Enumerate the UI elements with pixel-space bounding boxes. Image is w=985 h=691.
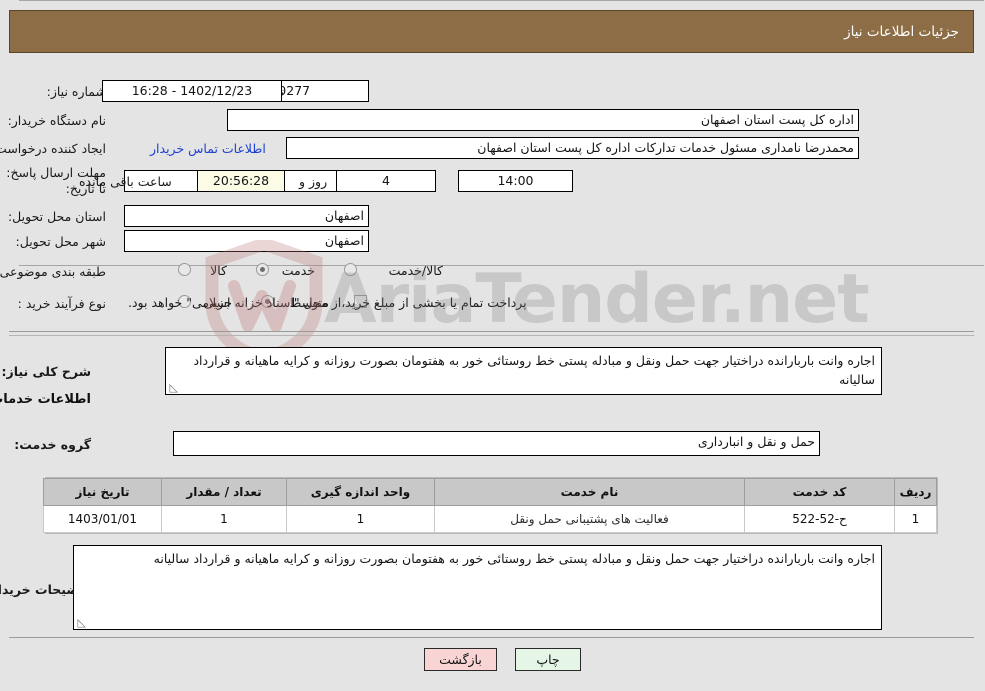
deadline-hour-value[interactable]: 14:00 <box>459 170 574 192</box>
need-summary-textarea[interactable]: اجاره وانت باربارانده دراختیار جهت حمل و… <box>166 347 883 395</box>
buyer-notes-textarea[interactable]: اجاره وانت باربارانده دراختیار جهت حمل و… <box>74 545 883 630</box>
need-summary-text: اجاره وانت باربارانده دراختیار جهت حمل و… <box>194 353 876 387</box>
requester-value[interactable]: محمدرضا نامداری مسئول خدمات تدارکات ادار… <box>287 137 860 159</box>
back-button[interactable]: بازگشت <box>425 648 498 671</box>
buyer-org-value[interactable]: اداره کل پست استان اصفهان <box>228 109 860 131</box>
services-table: ردیف کد خدمت نام خدمت واحد اندازه گیری ت… <box>44 478 938 533</box>
print-button[interactable]: چاپ <box>516 648 582 671</box>
buyer-org-label: نام دستگاه خریدار: <box>8 113 107 128</box>
cell-need-date: 1403/01/01 <box>44 505 163 533</box>
radio-category-kala[interactable] <box>179 263 192 276</box>
buyer-notes-text: اجاره وانت باربارانده دراختیار جهت حمل و… <box>154 551 876 566</box>
delivery-city-value[interactable]: اصفهان <box>125 230 370 252</box>
delivery-province-value[interactable]: اصفهان <box>125 205 370 227</box>
announce-datetime-value[interactable]: 16:28 - 1402/12/23 <box>103 80 283 102</box>
days-remaining-label: روز و <box>300 174 329 189</box>
service-group-label: گروه خدمت: <box>15 437 92 452</box>
days-remaining-value[interactable]: 4 <box>337 170 437 192</box>
th-unit: واحد اندازه گیری <box>287 478 436 506</box>
th-radif: ردیف <box>895 478 938 506</box>
section-divider-2 <box>10 335 975 336</box>
radio-category-kala-khedmat-label: کالا/خدمت <box>389 263 444 278</box>
th-need-date: تاریخ نیاز <box>44 478 163 506</box>
service-group-value[interactable]: حمل و نقل و انبارداری <box>174 431 821 456</box>
islamic-treasury-note: پرداخت تمام یا بخشی از مبلغ خرید،از محل … <box>129 295 528 310</box>
category-label: طبقه بندی موضوعی: <box>0 264 107 279</box>
page-root: AriaTender.net جزئیات اطلاعات نیاز شماره… <box>0 0 985 691</box>
th-quantity: تعداد / مقدار <box>162 478 288 506</box>
radio-category-khedmat[interactable] <box>257 263 270 276</box>
window-titlebar: جزئیات اطلاعات نیاز <box>10 10 975 53</box>
delivery-province-label: استان محل تحویل: <box>8 209 107 224</box>
table-row: 1 ح-52-522 فعالیت های پشتیبانی حمل ونقل … <box>44 505 938 533</box>
th-service-name: نام خدمت <box>435 478 746 506</box>
delivery-city-label: شهر محل تحویل: <box>16 234 107 249</box>
requester-label: ایجاد کننده درخواست: <box>0 141 107 156</box>
process-label: نوع فرآیند خرید : <box>18 296 107 311</box>
th-service-code: کد خدمت <box>745 478 896 506</box>
countdown-label: ساعت باقی مانده <box>80 174 173 189</box>
need-number-label: شماره نیاز: <box>47 84 107 99</box>
resize-grip-icon-notes[interactable]: ◺ <box>77 617 87 628</box>
cell-quantity: 1 <box>162 505 288 533</box>
page-title: جزئیات اطلاعات نیاز <box>845 23 960 40</box>
cell-unit: 1 <box>287 505 436 533</box>
radio-category-khedmat-label: خدمت <box>282 263 316 278</box>
radio-category-kala-khedmat[interactable] <box>345 263 358 276</box>
cell-radif: 1 <box>895 505 938 533</box>
section-divider-3 <box>10 637 975 638</box>
table-header-row: ردیف کد خدمت نام خدمت واحد اندازه گیری ت… <box>44 478 938 506</box>
services-section-heading: اطلاعات خدمات مورد نیاز <box>0 392 92 407</box>
cell-service-code: ح-52-522 <box>745 505 896 533</box>
section-divider-1 <box>10 331 975 332</box>
radio-category-kala-label: کالا <box>211 263 228 278</box>
services-table-wrapper: ردیف کد خدمت نام خدمت واحد اندازه گیری ت… <box>44 477 939 534</box>
need-summary-label: شرح کلی نیاز: <box>2 364 92 379</box>
resize-grip-icon[interactable]: ◺ <box>169 382 179 393</box>
buyer-contact-link[interactable]: اطلاعات تماس خریدار <box>151 141 267 157</box>
cell-service-name: فعالیت های پشتیبانی حمل ونقل <box>435 505 746 533</box>
countdown-value: 20:56:28 <box>198 170 286 192</box>
